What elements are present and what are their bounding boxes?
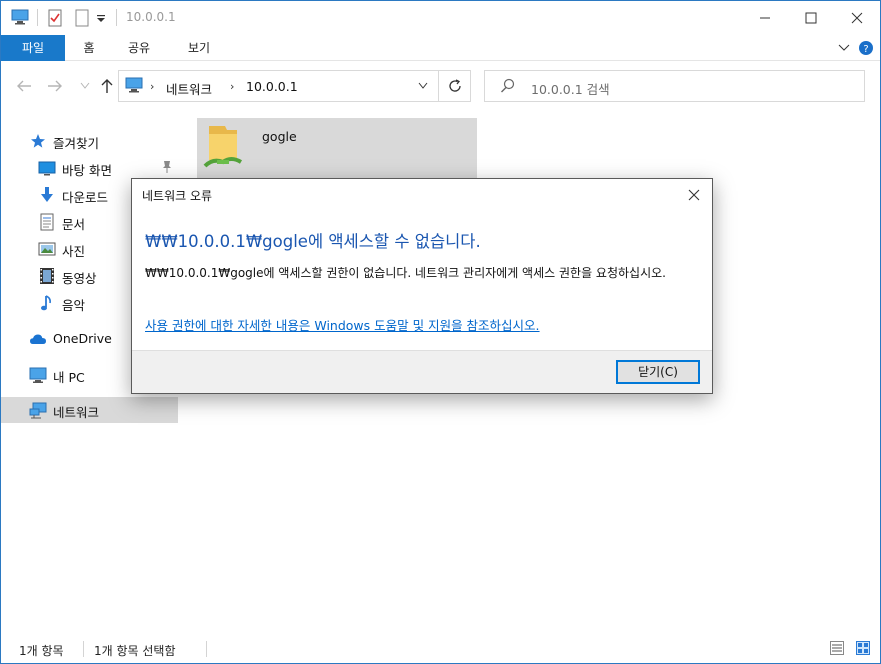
dialog-heading: ₩₩10.0.0.1₩gogle에 액세스할 수 없습니다. [145,232,481,251]
minimize-button[interactable] [742,1,788,35]
help-link[interactable]: 사용 권한에 대한 자세한 내용은 Windows 도움말 및 지원을 참조하십… [145,315,540,334]
sidebar-item-label: OneDrive [53,331,112,346]
selection-count: 1개 항목 선택함 [94,644,176,658]
dialog-title: 네트워크 오류 [142,189,213,203]
sidebar-item-label: 네트워크 [53,405,100,420]
music-icon [38,294,56,312]
this-pc-icon [29,366,47,384]
video-icon [38,267,56,285]
customize-toolbar-icon[interactable] [96,13,106,31]
star-icon [29,132,47,150]
forward-arrow-icon[interactable] [45,76,65,96]
document-icon [38,213,56,231]
sidebar-item-label: 음악 [62,298,86,313]
close-button[interactable] [834,1,880,35]
network-pc-icon [125,77,143,96]
dialog-close-icon[interactable] [682,183,706,207]
cloud-icon [29,330,47,348]
recent-locations-icon[interactable] [75,76,95,96]
tab-home[interactable]: 홈 [75,35,103,61]
network-error-dialog: 네트워크 오류 ₩₩10.0.0.1₩gogle에 액세스할 수 없습니다. ₩… [131,178,713,394]
large-icons-view-icon[interactable] [856,641,870,655]
pictures-icon [38,240,56,258]
sidebar-item-label: 바탕 화면 [62,163,112,178]
details-view-icon[interactable] [830,641,844,655]
window-title: 10.0.0.1 [126,10,176,24]
svg-text:?: ? [863,44,868,55]
tab-view[interactable]: 보기 [181,35,217,61]
sidebar-item-label: 사진 [62,244,86,259]
dialog-message: ₩₩10.0.0.1₩gogle에 액세스할 권한이 없습니다. 네트워크 관리… [145,266,666,280]
back-arrow-icon[interactable] [14,76,34,96]
status-bar: 1개 항목 1개 항목 선택함 [1,634,880,663]
network-icon [29,401,47,419]
sidebar-item-label: 내 PC [53,370,85,385]
sidebar-item-label: 문서 [62,217,86,232]
expand-ribbon-icon[interactable] [836,40,852,56]
pin-icon[interactable] [161,160,173,177]
item-count: 1개 항목 [19,644,64,658]
search-icon [500,78,516,97]
up-arrow-icon[interactable] [97,76,117,96]
this-pc-icon[interactable] [11,9,29,27]
file-name: gogle [262,129,297,144]
properties-icon[interactable] [47,9,63,27]
dialog-footer: 닫기(C) [132,350,712,393]
sidebar-item-network[interactable]: 네트워크 [1,397,178,423]
sidebar-item-label: 다운로드 [62,190,109,205]
search-box[interactable]: 10.0.0.1 검색 [484,70,865,102]
desktop-icon [38,159,56,177]
maximize-button[interactable] [788,1,834,35]
download-icon [38,186,56,204]
breadcrumb-chevron-icon[interactable]: › [150,80,154,93]
breadcrumb-network[interactable]: 네트워크 [166,79,212,98]
explorer-window: 10.0.0.1 파일 홈 공유 보기 ? › 네트워크 › 10.0.0.1 … [0,0,881,664]
tab-file[interactable]: 파일 [1,35,65,61]
sidebar-item-label: 즐겨찾기 [53,136,100,151]
refresh-icon[interactable] [438,71,471,101]
title-bar: 10.0.0.1 [1,1,880,35]
address-dropdown-icon[interactable] [411,71,435,101]
sidebar-item-label: 동영상 [62,271,97,286]
close-dialog-button[interactable]: 닫기(C) [616,360,700,384]
sidebar-item-quick-access[interactable]: 즐겨찾기 [1,128,178,154]
tab-share[interactable]: 공유 [121,35,157,61]
navigation-bar: › 네트워크 › 10.0.0.1 10.0.0.1 검색 [1,62,880,112]
breadcrumb-chevron-icon[interactable]: › [230,80,234,93]
ribbon-tabs: 파일 홈 공유 보기 ? [1,35,880,61]
address-bar[interactable]: › 네트워크 › 10.0.0.1 [118,70,471,102]
list-item[interactable]: gogle [197,118,477,178]
search-placeholder: 10.0.0.1 검색 [531,82,610,97]
shared-folder-icon [201,122,245,173]
help-icon[interactable]: ? [858,40,874,56]
new-folder-icon[interactable] [75,9,89,27]
breadcrumb-host[interactable]: 10.0.0.1 [246,79,298,94]
